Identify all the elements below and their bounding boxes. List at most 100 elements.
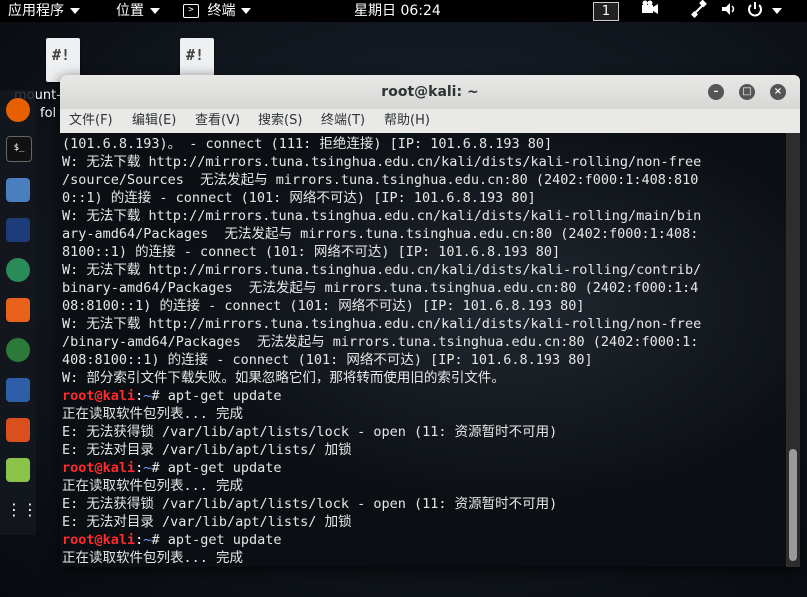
output-line: 408:8100::1) 的连接 - connect (101: 网络不可达) …: [62, 351, 701, 369]
output-text: 正在读取软件包列表... 完成: [62, 406, 244, 422]
chevron-down-icon: [150, 8, 160, 14]
prompt-user: root@kali: [62, 532, 136, 548]
camera-icon[interactable]: [640, 0, 660, 23]
metasploit-icon[interactable]: [6, 218, 30, 242]
output-text: (101.6.8.193)。 - connect (111: 拒绝连接) [IP…: [62, 136, 553, 152]
power-icon[interactable]: [746, 0, 764, 25]
workspace-indicator[interactable]: 1: [593, 2, 619, 21]
prompt-symbol: #: [151, 460, 168, 476]
places-menu[interactable]: 位置: [116, 0, 160, 22]
scrollbar-thumb[interactable]: [789, 449, 797, 561]
menu-search[interactable]: 搜索(S): [258, 109, 302, 133]
output-line: binary-amd64/Packages 无法发起与 mirrors.tuna…: [62, 279, 701, 297]
output-text: 正在读取软件包列表... 完成: [62, 550, 244, 566]
prompt-symbol: #: [151, 532, 168, 548]
output-line: (101.6.8.193)。 - connect (111: 拒绝连接) [IP…: [62, 135, 701, 153]
firefox-icon[interactable]: [6, 98, 30, 122]
maltego-icon[interactable]: [6, 338, 30, 362]
output-text: /source/Sources 无法发起与 mirrors.tuna.tsing…: [62, 172, 699, 188]
output-text: ary-amd64/Packages 无法发起与 mirrors.tuna.ts…: [62, 226, 699, 242]
output-line: E: 无法对目录 /var/lib/apt/lists/ 加锁: [62, 441, 701, 459]
minimize-icon[interactable]: –: [708, 84, 724, 100]
menu-edit[interactable]: 编辑(E): [132, 109, 176, 133]
window-title: root@kali: ~: [381, 84, 479, 100]
chevron-down-icon: [70, 8, 80, 14]
close-icon[interactable]: ×: [770, 84, 786, 100]
menu-view[interactable]: 查看(V): [195, 109, 240, 133]
output-line: W: 无法下载 http://mirrors.tuna.tsinghua.edu…: [62, 261, 701, 279]
apps-menu[interactable]: 应用程序: [8, 0, 80, 22]
terminal-app-menu[interactable]: > 终端: [183, 0, 252, 22]
notes-icon[interactable]: [6, 458, 30, 482]
beef-icon[interactable]: [6, 378, 30, 402]
chevron-down-icon[interactable]: [772, 8, 782, 14]
output-line: /source/Sources 无法发起与 mirrors.tuna.tsing…: [62, 171, 701, 189]
output-text: E: 无法对目录 /var/lib/apt/lists/ 加锁: [62, 442, 352, 458]
top-panel: 应用程序 位置 > 终端 星期日 06:24 1: [0, 0, 807, 22]
prompt-user: root@kali: [62, 460, 136, 476]
chevron-down-icon: [241, 8, 252, 14]
output-line: W: 无法下载 http://mirrors.tuna.tsinghua.edu…: [62, 315, 701, 333]
network-wired-off-icon[interactable]: [690, 0, 708, 25]
menu-terminal[interactable]: 终端(T): [321, 109, 365, 133]
files-icon[interactable]: [6, 178, 30, 202]
output-line: W: 无法下载 http://mirrors.tuna.tsinghua.edu…: [62, 153, 701, 171]
output-text: W: 无法下载 http://mirrors.tuna.tsinghua.edu…: [62, 208, 702, 224]
output-text: 08:8100::1) 的连接 - connect (101: 网络不可达) […: [62, 298, 585, 314]
places-menu-label: 位置: [116, 3, 144, 19]
output-line: 正在读取软件包列表... 完成: [62, 405, 701, 423]
output-line: /binary-amd64/Packages 无法发起与 mirrors.tun…: [62, 333, 701, 351]
prompt-line: root@kali:~# apt-get update: [62, 387, 701, 405]
prompt-line: root@kali:~# apt-get update: [62, 459, 701, 477]
prompt-user: root@kali: [62, 388, 136, 404]
output-text: 8100::1) 的连接 - connect (101: 网络不可达) [IP:…: [62, 244, 561, 260]
output-text: 0::1) 的连接 - connect (101: 网络不可达) [IP: 10…: [62, 190, 536, 206]
armitage-icon[interactable]: [6, 258, 30, 282]
scrollbar[interactable]: [786, 133, 800, 567]
prompt-symbol: #: [151, 388, 168, 404]
output-line: E: 无法对目录 /var/lib/apt/lists/ 加锁: [62, 513, 701, 531]
output-line: 正在读取软件包列表... 完成: [62, 549, 701, 567]
output-line: ary-amd64/Packages 无法发起与 mirrors.tuna.ts…: [62, 225, 701, 243]
output-text: W: 无法下载 http://mirrors.tuna.tsinghua.edu…: [62, 154, 702, 170]
command-text: apt-get update: [167, 388, 282, 404]
apps-menu-label: 应用程序: [8, 3, 64, 19]
output-text: 正在读取软件包列表... 完成: [62, 478, 244, 494]
clock[interactable]: 星期日 06:24: [354, 0, 441, 22]
terminal-window: root@kali: ~ – □ × 文件(F) 编辑(E) 查看(V) 搜索(…: [60, 75, 800, 567]
desktop-file-label-line2: fol: [40, 106, 57, 121]
output-line: 8100::1) 的连接 - connect (101: 网络不可达) [IP:…: [62, 243, 701, 261]
menu-bar: 文件(F) 编辑(E) 查看(V) 搜索(S) 终端(T) 帮助(H): [60, 109, 800, 134]
output-line: E: 无法获得锁 /var/lib/apt/lists/lock - open …: [62, 423, 701, 441]
app-grid-icon[interactable]: ⋮⋮: [6, 498, 38, 522]
window-titlebar[interactable]: root@kali: ~ – □ ×: [60, 75, 800, 109]
output-text: E: 无法获得锁 /var/lib/apt/lists/lock - open …: [62, 424, 558, 440]
output-text: W: 无法下载 http://mirrors.tuna.tsinghua.edu…: [62, 262, 702, 278]
maximize-icon[interactable]: □: [739, 84, 755, 100]
output-line: W: 无法下载 http://mirrors.tuna.tsinghua.edu…: [62, 207, 701, 225]
output-line: W: 部分索引文件下载失败。如果忽略它们，那将转而使用旧的索引文件。: [62, 369, 701, 387]
terminal-menu-label: 终端: [207, 3, 236, 19]
menu-file[interactable]: 文件(F): [69, 109, 113, 133]
dock: $_ ⋮⋮: [0, 90, 38, 535]
output-text: /binary-amd64/Packages 无法发起与 mirrors.tun…: [62, 334, 699, 350]
output-text: 408:8100::1) 的连接 - connect (101: 网络不可达) …: [62, 352, 593, 368]
volume-icon[interactable]: [720, 0, 738, 25]
command-text: apt-get update: [167, 460, 282, 476]
output-text: W: 无法下载 http://mirrors.tuna.tsinghua.edu…: [62, 316, 702, 332]
output-line: 正在读取软件包列表... 完成: [62, 477, 701, 495]
terminal-small-icon: >: [183, 4, 199, 18]
output-text: E: 无法获得锁 /var/lib/apt/lists/lock - open …: [62, 496, 558, 512]
terminal-output[interactable]: (101.6.8.193)。 - connect (111: 拒绝连接) [IP…: [60, 133, 786, 567]
menu-help[interactable]: 帮助(H): [384, 109, 430, 133]
terminal-icon[interactable]: $_: [6, 136, 32, 162]
output-text: E: 无法对目录 /var/lib/apt/lists/ 加锁: [62, 514, 352, 530]
terminal-lines: (101.6.8.193)。 - connect (111: 拒绝连接) [IP…: [62, 135, 701, 567]
output-line: 08:8100::1) 的连接 - connect (101: 网络不可达) […: [62, 297, 701, 315]
burpsuite-icon[interactable]: [6, 298, 30, 322]
output-text: W: 部分索引文件下载失败。如果忽略它们，那将转而使用旧的索引文件。: [62, 370, 505, 386]
output-text: binary-amd64/Packages 无法发起与 mirrors.tuna…: [62, 280, 699, 296]
faraday-icon[interactable]: [6, 418, 30, 442]
command-text: apt-get update: [167, 532, 282, 548]
output-line: 0::1) 的连接 - connect (101: 网络不可达) [IP: 10…: [62, 189, 701, 207]
